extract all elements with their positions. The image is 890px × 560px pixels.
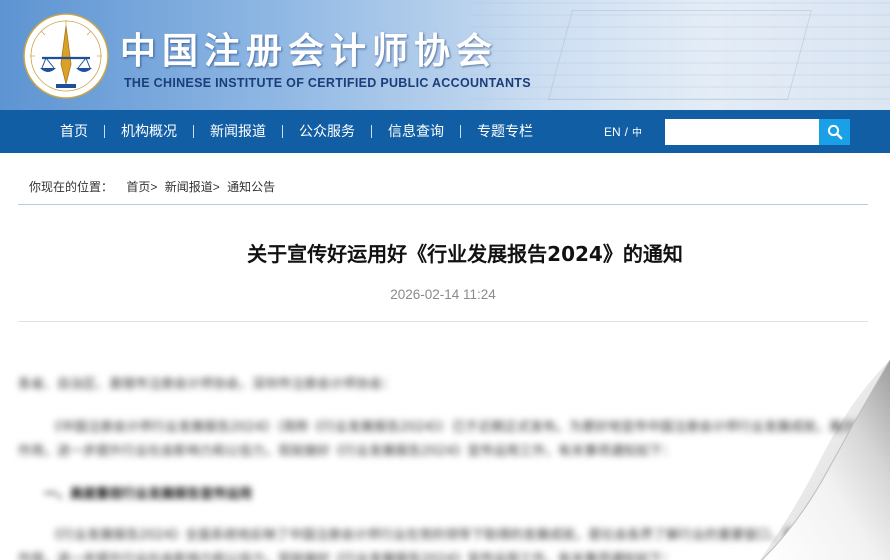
lang-cn-link[interactable]: 中 [632, 128, 642, 139]
breadcrumb-home[interactable]: 首页> [126, 180, 157, 194]
search-icon [827, 124, 842, 140]
article-paragraph: 各省、自治区、直辖市注册会计师协会，深圳市注册会计师协会： [18, 377, 396, 392]
nav-item-special-topics[interactable]: 专题专栏 [461, 110, 549, 153]
article-section-heading: 一、高度重视行业发展报告宣传运用 [44, 487, 253, 502]
article-date: 2026-02-14 11:24 [390, 287, 496, 302]
language-switch: EN / 中 [604, 124, 642, 139]
lang-separator: / [624, 125, 629, 139]
nav-items: 首页 机构概况 新闻报道 公众服务 信息查询 专题专栏 [44, 110, 549, 153]
nav-item-about[interactable]: 机构概况 [105, 110, 193, 153]
banner-decoration-frame [547, 10, 813, 100]
breadcrumb-news[interactable]: 新闻报道> [165, 180, 220, 194]
site-banner: 中国注册会计师协会 THE CHINESE INSTITUTE OF CERTI… [0, 0, 890, 110]
breadcrumb-divider [18, 204, 868, 205]
site-title-chinese: 中国注册会计师协会 [120, 30, 499, 72]
search-button[interactable] [819, 119, 850, 145]
article-divider [18, 321, 868, 322]
article-title: 关于宣传好运用好《行业发展报告2024》的通知 [247, 242, 683, 266]
page-curl-decoration [760, 360, 890, 560]
nav-item-public-service[interactable]: 公众服务 [283, 110, 371, 153]
breadcrumb-notices[interactable]: 通知公告 [227, 180, 275, 194]
search-input[interactable] [665, 119, 819, 145]
nav-item-home[interactable]: 首页 [44, 110, 104, 153]
breadcrumb-label: 你现在的位置： [29, 180, 114, 194]
cicpa-emblem-icon[interactable] [22, 12, 110, 100]
lang-en-link[interactable]: EN [604, 125, 621, 139]
nav-item-news[interactable]: 新闻报道 [194, 110, 282, 153]
article-paragraph: 作用，进一步提升行业社会影响力和公信力，现就做好《行业发展报告2024》宣传运用… [18, 444, 676, 459]
breadcrumb: 你现在的位置： 首页> 新闻报道> 通知公告 [29, 178, 279, 195]
nav-item-info-query[interactable]: 信息查询 [372, 110, 460, 153]
site-title-english: THE CHINESE INSTITUTE OF CERTIFIED PUBLI… [124, 76, 531, 90]
